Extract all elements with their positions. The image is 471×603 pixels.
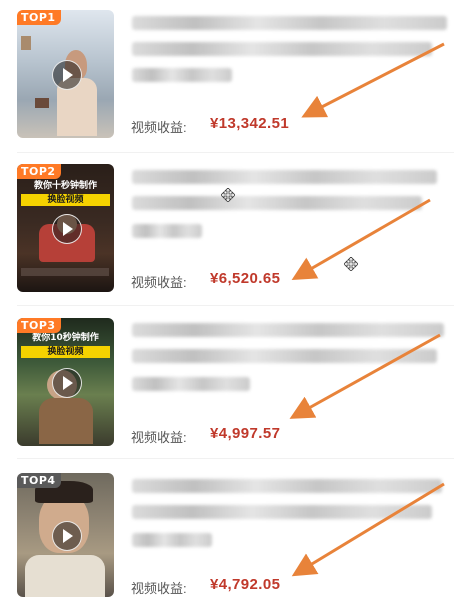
move-cursor-icon (221, 188, 235, 202)
blurred-title (132, 349, 437, 363)
thumbnail-caption-highlight: 换脸视频 (21, 346, 110, 358)
blurred-title (132, 42, 432, 56)
video-thumbnail[interactable]: 教你十秒钟制作 换脸视频 TOP2 (17, 164, 114, 292)
blurred-title (132, 16, 447, 30)
blurred-title (132, 170, 437, 184)
thumbnail-caption-highlight: 换脸视频 (21, 194, 110, 206)
blurred-title (132, 533, 212, 547)
rank-badge: TOP4 (17, 473, 61, 488)
rank-badge: TOP3 (17, 318, 61, 333)
list-item[interactable]: 教你十秒钟制作 换脸视频 TOP2 视频收益: ¥6,520.65 (0, 150, 471, 305)
move-cursor-icon (344, 257, 358, 271)
play-icon[interactable] (51, 521, 82, 551)
blurred-title (132, 479, 442, 493)
earnings-label: 视频收益: (131, 581, 187, 596)
blurred-title (132, 68, 232, 82)
earnings-label: 视频收益: (131, 430, 187, 445)
list-item[interactable]: TOP1 视频收益: ¥13,342.51 (0, 0, 471, 150)
play-icon[interactable] (51, 60, 82, 90)
blurred-title (132, 377, 250, 391)
rank-badge: TOP1 (17, 10, 61, 25)
blurred-title (132, 323, 444, 337)
earnings-value: ¥4,997.57 (210, 425, 281, 442)
blurred-title (132, 196, 422, 210)
thumbnail-caption: 教你十秒钟制作 (33, 181, 97, 191)
blurred-title (132, 505, 432, 519)
earnings-value: ¥6,520.65 (210, 270, 281, 287)
thumbnail-caption: 教你10秒钟制作 (32, 333, 99, 343)
earnings-ranking-list: TOP1 视频收益: ¥13,342.51 教你十秒钟制作 换脸视频 TOP2 … (0, 0, 471, 603)
earnings-label: 视频收益: (131, 120, 187, 135)
earnings-value: ¥13,342.51 (210, 115, 290, 132)
video-thumbnail[interactable]: 教你10秒钟制作 换脸视频 TOP3 (17, 318, 114, 446)
video-thumbnail[interactable]: TOP4 (17, 473, 114, 597)
play-icon[interactable] (51, 368, 82, 398)
play-icon[interactable] (51, 214, 82, 244)
earnings-label: 视频收益: (131, 275, 187, 290)
video-thumbnail[interactable]: TOP1 (17, 10, 114, 138)
list-item[interactable]: 教你10秒钟制作 换脸视频 TOP3 视频收益: ¥4,997.57 (0, 305, 471, 455)
list-item[interactable]: TOP4 视频收益: ¥4,792.05 (0, 455, 471, 603)
rank-badge: TOP2 (17, 164, 61, 179)
earnings-value: ¥4,792.05 (210, 576, 281, 593)
blurred-title (132, 224, 202, 238)
